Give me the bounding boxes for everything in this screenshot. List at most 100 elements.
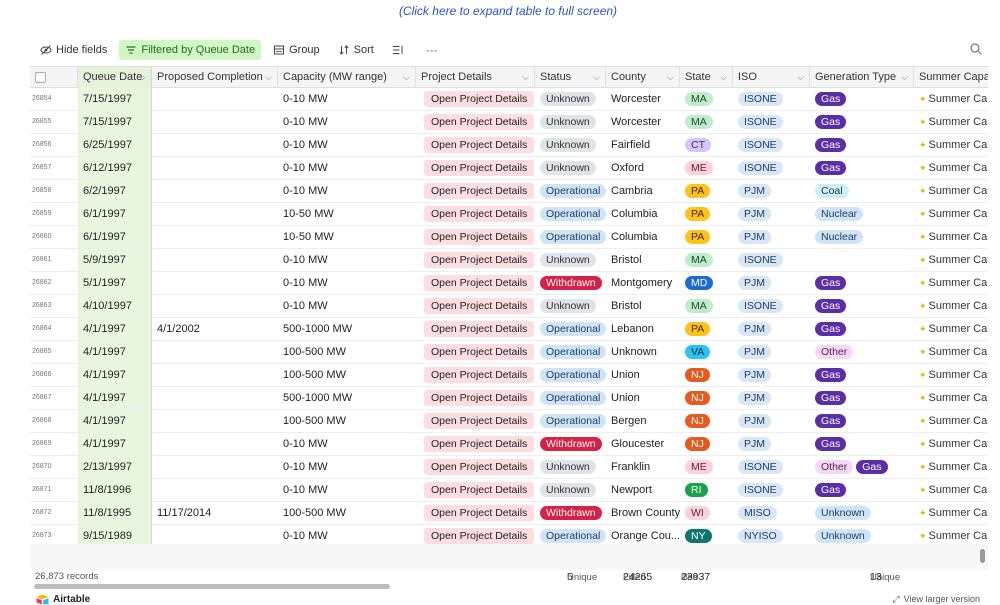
table-row[interactable]: 26859 6/1/1997 10-50 MW Open Project Detail… <box>30 203 988 226</box>
iso-cell[interactable]: PJM <box>733 180 810 202</box>
project-details-cell[interactable]: Open Project Details <box>416 456 535 478</box>
proposed-completion-cell[interactable] <box>152 157 278 179</box>
iso-cell[interactable]: ISONE <box>733 295 810 317</box>
table-row[interactable]: 26858 6/2/1997 0-10 MW Open Project Details… <box>30 180 988 203</box>
status-cell[interactable]: Unknown <box>535 134 606 156</box>
expand-table-link[interactable]: (Click here to expand table to full scre… <box>0 4 1000 18</box>
proposed-completion-cell[interactable] <box>152 180 278 202</box>
summer-capacity-cell[interactable]: ✦ Summer Cap <box>914 341 988 363</box>
column-header-status[interactable]: Status ⌵ <box>535 67 606 88</box>
generation-unique-summary[interactable]: Unique 13 <box>870 571 900 583</box>
proposed-completion-cell[interactable] <box>152 456 278 478</box>
iso-cell[interactable]: PJM <box>733 410 810 432</box>
proposed-completion-cell[interactable] <box>152 134 278 156</box>
county-cell[interactable]: Columbia <box>606 203 680 225</box>
view-larger-link[interactable]: ⤢ View larger version <box>892 594 980 605</box>
summer-capacity-cell[interactable]: ✦ Summer Cap <box>914 318 988 340</box>
column-header-county[interactable]: County ⌵ <box>606 67 680 88</box>
capacity-cell[interactable]: 100-500 MW <box>278 502 416 524</box>
vertical-scrollbar[interactable] <box>980 549 985 563</box>
summer-capacity-cell[interactable]: ✦ Summer Cap <box>914 433 988 455</box>
capacity-cell[interactable]: 100-500 MW <box>278 410 416 432</box>
table-row[interactable]: 26855 7/15/1997 0-10 MW Open Project Detail… <box>30 111 988 134</box>
project-details-cell[interactable]: Open Project Details <box>416 318 535 340</box>
open-project-details-button[interactable]: Open Project Details <box>424 229 535 245</box>
project-details-cell[interactable]: Open Project Details <box>416 157 535 179</box>
project-details-cell[interactable]: Open Project Details <box>416 502 535 524</box>
state-cell[interactable]: NJ <box>680 364 733 386</box>
open-project-details-button[interactable]: Open Project Details <box>424 275 535 291</box>
state-cell[interactable]: MA <box>680 249 733 271</box>
state-cell[interactable]: MD <box>680 272 733 294</box>
county-cell[interactable]: Worcester <box>606 88 680 110</box>
column-header-state[interactable]: State ⌵ <box>680 67 733 88</box>
project-details-cell[interactable]: Open Project Details <box>416 88 535 110</box>
generation-type-cell[interactable]: Nuclear <box>810 203 914 225</box>
state-cell[interactable]: PA <box>680 318 733 340</box>
project-details-cell[interactable]: Open Project Details <box>416 111 535 133</box>
summer-capacity-cell[interactable]: ✦ Summer Cap <box>914 111 988 133</box>
status-unique-summary[interactable]: Unique 5 <box>567 571 597 583</box>
summer-capacity-cell[interactable]: ✦ Summer Cap <box>914 479 988 501</box>
generation-type-cell[interactable]: Gas <box>810 318 914 340</box>
project-details-cell[interactable]: Open Project Details <box>416 433 535 455</box>
status-cell[interactable]: Withdrawn <box>535 502 606 524</box>
proposed-completion-cell[interactable] <box>152 295 278 317</box>
county-cell[interactable]: Union <box>606 364 680 386</box>
column-header-iso[interactable]: ISO ⌵ <box>733 67 810 88</box>
group-button[interactable]: Group <box>267 40 326 60</box>
capacity-cell[interactable]: 0-10 MW <box>278 433 416 455</box>
proposed-completion-cell[interactable] <box>152 226 278 248</box>
generation-type-cell[interactable]: Gas <box>810 479 914 501</box>
generation-type-cell[interactable]: Gas <box>810 387 914 409</box>
open-project-details-button[interactable]: Open Project Details <box>424 252 535 268</box>
column-header-proposed-completion[interactable]: Proposed Completion ⌵ <box>152 67 278 88</box>
capacity-cell[interactable]: 0-10 MW <box>278 249 416 271</box>
county-cell[interactable]: Montgomery <box>606 272 680 294</box>
iso-cell[interactable]: PJM <box>733 226 810 248</box>
status-cell[interactable]: Operational <box>535 387 606 409</box>
open-project-details-button[interactable]: Open Project Details <box>424 137 535 153</box>
state-cell[interactable]: NJ <box>680 433 733 455</box>
capacity-cell[interactable]: 0-10 MW <box>278 157 416 179</box>
table-row[interactable]: 26862 5/1/1997 0-10 MW Open Project Details… <box>30 272 988 295</box>
state-cell[interactable]: PA <box>680 226 733 248</box>
proposed-completion-cell[interactable] <box>152 249 278 271</box>
capacity-cell[interactable]: 0-10 MW <box>278 88 416 110</box>
status-cell[interactable]: Unknown <box>535 88 606 110</box>
table-row[interactable]: 26864 4/1/1997 4/1/2002 500-1000 MW Open Pro… <box>30 318 988 341</box>
summer-capacity-cell[interactable]: ✦ Summer Cap <box>914 249 988 271</box>
column-header-capacity[interactable]: Capacity (MW range) ⌵ <box>278 67 416 88</box>
county-cell[interactable]: Cambria <box>606 180 680 202</box>
status-cell[interactable]: Operational <box>535 410 606 432</box>
open-project-details-button[interactable]: Open Project Details <box>424 413 535 429</box>
status-cell[interactable]: Unknown <box>535 111 606 133</box>
open-project-details-button[interactable]: Open Project Details <box>424 344 535 360</box>
state-cell[interactable]: CT <box>680 134 733 156</box>
project-details-cell[interactable]: Open Project Details <box>416 410 535 432</box>
state-cell[interactable]: MA <box>680 295 733 317</box>
table-row[interactable]: 26868 4/1/1997 100-500 MW Open Project Deta… <box>30 410 988 433</box>
table-row[interactable]: 26872 11/8/1995 11/17/2014 100-500 MW Open P… <box>30 502 988 525</box>
queue-date-cell[interactable]: 6/2/1997 <box>78 180 152 202</box>
summer-capacity-cell[interactable]: ✦ Summer Cap <box>914 272 988 294</box>
status-cell[interactable]: Operational <box>535 341 606 363</box>
status-cell[interactable]: Withdrawn <box>535 272 606 294</box>
queue-date-cell[interactable]: 4/1/1997 <box>78 364 152 386</box>
project-details-cell[interactable]: Open Project Details <box>416 226 535 248</box>
proposed-completion-cell[interactable]: 4/1/2002 <box>152 318 278 340</box>
open-project-details-button[interactable]: Open Project Details <box>424 91 535 107</box>
capacity-cell[interactable]: 10-50 MW <box>278 226 416 248</box>
search-icon[interactable] <box>969 42 983 56</box>
column-header-generation-type[interactable]: Generation Type ⌵ <box>810 67 914 88</box>
table-row[interactable]: 26863 4/10/1997 0-10 MW Open Project Detail… <box>30 295 988 318</box>
summer-capacity-cell[interactable]: ✦ Summer Cap <box>914 203 988 225</box>
column-header-queue-date[interactable]: Queue Date ⌵ <box>78 67 152 88</box>
state-cell[interactable]: RI <box>680 479 733 501</box>
iso-cell[interactable]: ISONE <box>733 134 810 156</box>
state-cell[interactable]: MA <box>680 88 733 110</box>
state-filled-summary[interactable]: illed 23937 <box>681 571 710 583</box>
status-cell[interactable]: Operational <box>535 226 606 248</box>
capacity-cell[interactable]: 0-10 MW <box>278 180 416 202</box>
generation-type-cell[interactable]: Gas <box>810 410 914 432</box>
